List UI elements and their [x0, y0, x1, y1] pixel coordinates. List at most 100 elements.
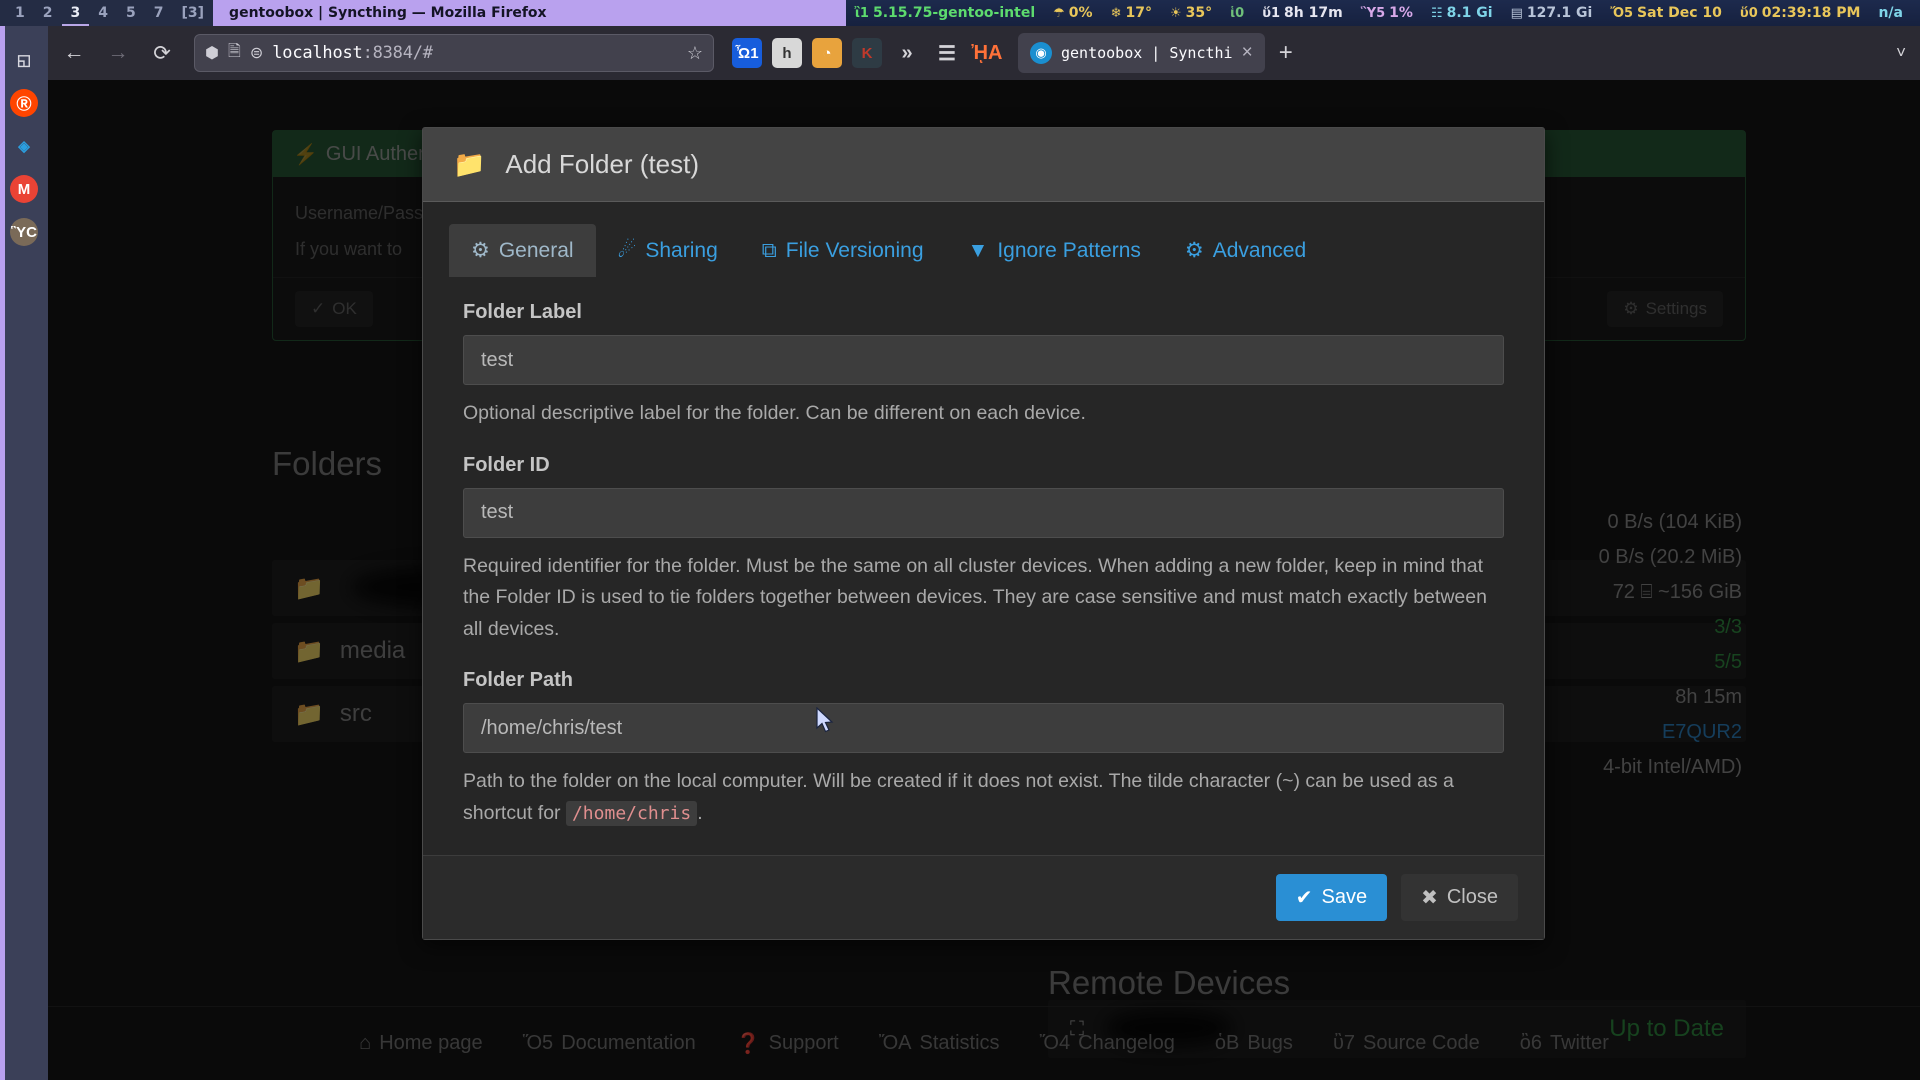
disk-value: 127.1 Gi [1526, 5, 1593, 21]
check-icon: ✔ [1295, 887, 1313, 910]
thermometer-value: 5.15.75-gentoo-intel [872, 5, 1036, 21]
folder-id-input[interactable] [463, 487, 1504, 538]
folder-label-input[interactable] [463, 335, 1504, 385]
hamburger-menu-icon[interactable]: ☰ [932, 38, 962, 68]
file-manager-icon[interactable]: ◱ [10, 46, 38, 74]
folder-path-input[interactable] [463, 703, 1504, 754]
na-indicator-value: n/a [1878, 5, 1903, 21]
workspace-3[interactable]: 3 [61, 0, 90, 26]
globe-icon: ἱ0 [1221, 6, 1253, 21]
memory-icon: ☷ [1430, 5, 1443, 21]
workspace-1[interactable]: 1 [6, 0, 34, 26]
browser-tab-title: gentoobox | Syncthi [1061, 44, 1233, 62]
save-button-label: Save [1321, 886, 1368, 909]
permissions-icon[interactable]: ⊜ [250, 43, 263, 63]
ublock-icon[interactable]: ◔ [812, 38, 842, 68]
syncthing-favicon: ◉ [1030, 42, 1052, 64]
copy-icon: ⧉ [761, 239, 777, 262]
folder-path-help: Path to the folder on the local computer… [463, 766, 1504, 829]
home-path-code: /home/chris [565, 800, 698, 826]
reddit-icon[interactable]: Ⓡ [10, 89, 38, 117]
sun-value: 35° [1185, 5, 1213, 21]
snowflake-icon: ❄ 17° [1102, 5, 1161, 21]
memory-value: 8.1 Gi [1446, 5, 1493, 21]
reload-icon[interactable]: ⟳ [144, 35, 180, 71]
memory-icon: ☷ 8.1 Gi [1422, 5, 1502, 21]
overflow-icon[interactable]: » [892, 38, 922, 68]
bitwarden-icon[interactable]: Ὦ1 [732, 38, 762, 68]
thermometer-icon: ἲ1 [854, 5, 869, 21]
workspace-4[interactable]: 4 [89, 0, 117, 26]
uptime-value: 8h 17m [1284, 5, 1343, 21]
address-bar[interactable]: ⬢ 🗎 ⊜ localhost:8384/# ☆ [194, 34, 714, 72]
close-button[interactable]: ✖ Close [1401, 874, 1518, 922]
back-arrow-icon[interactable]: ← [56, 35, 92, 71]
workspace-2[interactable]: 2 [34, 0, 62, 26]
dialog-tab-label: Advanced [1212, 238, 1307, 262]
snowflake-icon: ❄ [1110, 5, 1122, 21]
dialog-tab-ignore-patterns[interactable]: ▼ Ignore Patterns [946, 225, 1163, 277]
page-icon: 🗎 [227, 42, 241, 60]
globe-icon: ἱ0 [1230, 5, 1245, 21]
tab-strip: ◉ gentoobox | Syncthi × + [1018, 33, 1293, 73]
folder-label-help: Optional descriptive label for the folde… [463, 402, 1086, 424]
close-button-label: Close [1446, 886, 1498, 909]
thermometer-icon: ἲ1 5.15.75-gentoo-intel [846, 5, 1044, 21]
sun-icon: ☀ 35° [1161, 5, 1221, 21]
close-icon[interactable]: × [1242, 42, 1253, 64]
gimp-icon[interactable]: ὛC [10, 218, 38, 246]
disk-icon: ▤ [1510, 5, 1523, 21]
extension-icon-row: Ὦ1 h ◔ K » ☰ ᾘA [722, 38, 1002, 68]
filter-icon: ▼ [967, 239, 989, 262]
save-button[interactable]: ✔ Save [1275, 874, 1388, 922]
browser-tab-syncthing[interactable]: ◉ gentoobox | Syncthi × [1018, 33, 1265, 73]
dialog-tab-advanced[interactable]: ⚙ Advanced [1163, 224, 1328, 277]
syncthing-web-ui: ⚡ GUI Authentication Username/Password I… [48, 80, 1920, 1080]
field-group-folder-label: Folder Label Optional descriptive label … [443, 301, 1524, 430]
workspace-7[interactable]: 7 [145, 0, 173, 26]
chevron-down-icon[interactable]: ˅ [1896, 43, 1906, 63]
url-text: localhost:8384/# [272, 43, 433, 63]
dialog-tab-file-versioning[interactable]: ⧉ File Versioning [740, 225, 946, 277]
umbrella-icon: ☂ [1053, 5, 1065, 21]
folder-icon: 📁 [453, 149, 486, 179]
shield-icon[interactable]: ⬢ [205, 43, 219, 63]
gear-icon: ⚙ [471, 239, 490, 262]
dialog-tab-sharing[interactable]: ☄ Sharing [596, 224, 740, 277]
firefox-account-icon[interactable]: ᾘA [972, 38, 1003, 68]
dialog-title: Add Folder (test) [505, 149, 700, 179]
calendar-icon: Ὄ5 Sat Dec 10 [1601, 5, 1731, 21]
forward-arrow-icon[interactable]: → [100, 35, 136, 71]
active-window-title: gentoobox | Syncthing — Mozilla Firefox [213, 0, 846, 26]
dialog-body: ⚙ General ☄ Sharing ⧉ File Versioning ▼ Ignore … [423, 202, 1544, 856]
system-tray: ἲ1 5.15.75-gentoo-intel ☂ 0% ❄ 17° ☀ 35° ἱ0 ὕ1 8h … [846, 0, 1920, 26]
star-icon[interactable]: ☆ [687, 43, 703, 64]
calendar-icon: Ὄ5 [1610, 5, 1634, 21]
clock-icon: ὕ0 [1739, 5, 1758, 21]
dialog-header: 📁 Add Folder (test) [423, 128, 1544, 202]
application-dock: ◱ Ⓡ ◈ M ὛC [0, 26, 48, 1080]
folder-path-help-post: . [697, 801, 703, 824]
dialog-footer: ✔ Save ✖ Close [423, 855, 1544, 940]
add-folder-dialog: 📁 Add Folder (test) ⚙ General ☄ Sharing ⧉ Fil… [422, 127, 1545, 941]
dialog-tab-label: General [498, 238, 574, 262]
https-everywhere-icon[interactable]: h [772, 38, 802, 68]
workspace-list: 1 2 3 4 5 7 [3] [0, 0, 214, 26]
dialog-tab-label: Sharing [645, 238, 718, 262]
calendar-value: Sat Dec 10 [1637, 5, 1722, 21]
workspace-5[interactable]: 5 [117, 0, 145, 26]
gmail-icon[interactable]: M [10, 175, 38, 203]
dialog-tab-bar: ⚙ General ☄ Sharing ⧉ File Versioning ▼ Ignore … [443, 224, 1524, 277]
workspace-3[interactable]: [3] [173, 0, 214, 26]
share-icon: ☄ [617, 239, 637, 262]
system-status-bar: 1 2 3 4 5 7 [3] gentoobox | Syncthing — Mozill… [0, 0, 1920, 26]
browser-toolbar: ← → ⟳ ⬢ 🗎 ⊜ localhost:8384/# ☆ Ὦ1 h ◔ K » ☰ ᾘA… [48, 26, 1920, 80]
folder-id-help: Required identifier for the folder. Must… [463, 554, 1487, 640]
new-tab-button[interactable]: + [1279, 39, 1293, 67]
folder-path-label: Folder Path [463, 669, 574, 692]
clock-icon: ὕ0 02:39:18 PM [1731, 5, 1870, 21]
vs-code-icon[interactable]: ◈ [10, 132, 38, 160]
dialog-tab-label: File Versioning [785, 239, 924, 262]
kagi-icon[interactable]: K [852, 38, 882, 68]
dialog-tab-general[interactable]: ⚙ General [449, 224, 596, 277]
